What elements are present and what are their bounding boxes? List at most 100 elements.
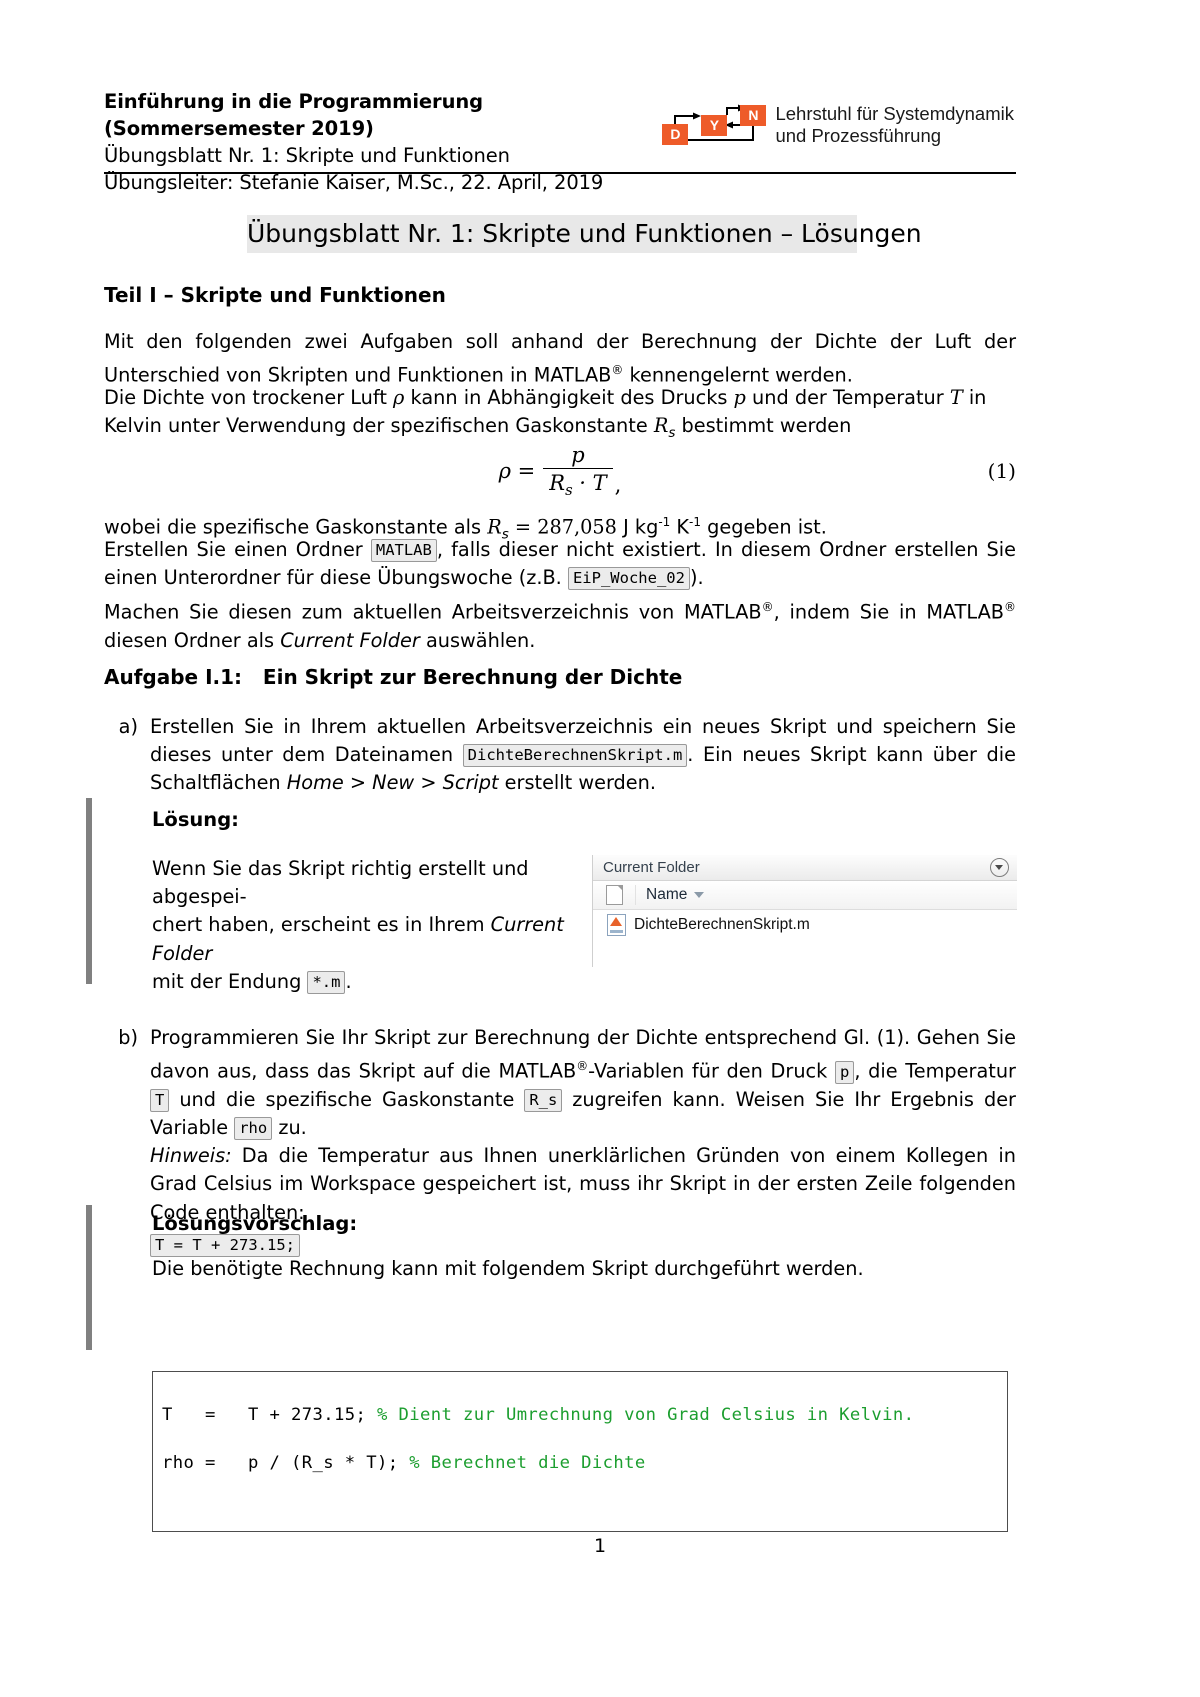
logo-box-n: N [740,105,767,126]
gas-constant-unit-j: J kg [623,515,659,539]
current-folder-titlebar: Current Folder [593,855,1017,881]
current-folder-panel[interactable]: Current Folder Name DichteBerechnenSkrip… [592,855,1017,967]
file-type-column [593,884,636,905]
equation-denominator: Rs · T [543,468,613,500]
equation-1: ρ = p Rs · T , [104,443,1016,499]
page-title: Übungsblatt Nr. 1: Skripte und Funktione… [247,215,922,253]
intro-p2-text-b: kann in Abhängigkeit des Drucks [404,386,734,409]
symbol-p: p [733,386,746,409]
gas-constant-unit-k: K [676,515,690,539]
equation-1-row: ρ = p Rs · T , (1) [104,443,1016,499]
task-b-text-2: -Variablen für den Druck [588,1059,835,1083]
intro-p2-text-a: Die Dichte von trockener Luft [104,386,394,409]
code-chip-p: p [835,1060,855,1084]
equation-number: (1) [987,459,1016,483]
folder-text-a: Erstellen Sie einen Ordner [104,538,371,561]
solution-a-line-1: Wenn Sie das Skript richtig erstellt und… [152,857,529,909]
task-heading: Aufgabe I.1: Ein Skript zur Berechnung d… [104,665,682,689]
solution-text-a: Wenn Sie das Skript richtig erstellt und… [152,855,572,996]
registered-mark-icon-3: ® [1004,600,1016,614]
solution-a-line-2: chert haben, erscheint es in Ihrem Curre… [152,911,572,967]
intro-p2-text-c: und der Temperatur [745,386,950,409]
page-number: 1 [593,1535,607,1557]
intro-paragraph-2: Die Dichte von trockener Luft ρ kann in … [104,384,1016,447]
code-chip-star-m: *.m [307,970,346,994]
file-name-label: DichteBerechnenSkript.m [634,916,810,933]
logo-text-line-2: und Prozessführung [775,124,942,146]
list-body-a: Erstellen Sie in Ihrem aktuellen Arbeits… [150,713,1016,798]
code-chip-dichte-script: DichteBerechnenSkript.m [462,744,688,768]
equation-fraction: p Rs · T [543,443,613,500]
document-icon [605,884,623,905]
code-chip-T: T [150,1088,170,1112]
equation-comma: , [614,473,622,498]
folder-instruction-paragraph: Erstellen Sie einen Ordner MATLAB, falls… [104,536,1016,592]
gas-constant-text-b: gegeben ist. [700,515,827,539]
logo-box-d: D [662,124,689,145]
equation-numerator: p [571,443,585,467]
gas-constant-text-a: wobei die spezifische Gaskonstante als [104,515,488,539]
code-chip-temperature-conversion: T = T + 273.15; [150,1233,300,1257]
task-b-text-6: zu. [272,1116,307,1140]
current-folder-instruction-paragraph: Machen Sie diesen zum aktuellen Arbeitsv… [104,593,1016,655]
task-a-text-3: erstellt werden. [498,771,657,795]
task-heading-label: Aufgabe I.1: [104,665,243,689]
task-b-hint-label: Hinweis: [150,1144,232,1168]
cf-text-a: Machen Sie diesen zum aktuellen Arbeitsv… [104,600,762,624]
code-line-2-code: rho = p / (R_s * T); [162,1453,410,1473]
course-title: Einführung in die Programmierung (Sommer… [104,90,484,140]
solution-a-line-2-text: chert haben, erscheint es in Ihrem [152,913,491,937]
code-listing: T = T + 273.15; % Dient zur Umrechnung v… [152,1371,1008,1532]
code-line-2-comment: % Berechnet die Dichte [409,1453,646,1473]
cf-text-c: diesen Ordner als [104,628,281,652]
intro-paragraph-1: Mit den folgenden zwei Aufgaben soll anh… [104,328,1016,390]
solution-intro-b: Die benötigte Rechnung kann mit folgende… [152,1257,864,1280]
current-folder-title-label: Current Folder [603,859,700,876]
solution-heading-a: Lösung: [152,808,239,831]
equation-lhs: ρ = [498,459,536,484]
symbol-Rs: R [653,414,669,438]
current-folder-column-header[interactable]: Name [593,881,1017,910]
list-item-a: a) Erstellen Sie in Ihrem aktuellen Arbe… [104,713,1016,798]
chevron-down-icon[interactable] [990,858,1009,877]
task-b-text-4: und die spezifische Gaskonstante [169,1087,525,1111]
code-chip-R-s: R_s [524,1088,563,1112]
gas-constant-value: = 287,058 [508,515,617,539]
equation-denominator-rest: · T [572,471,607,495]
header-text-block: Einführung in die Programmierung (Sommer… [104,88,662,196]
sheet-subtitle: Übungsblatt Nr. 1: Skripte und Funktione… [104,144,510,167]
solution-bar-b [86,1205,92,1350]
code-line-1-code: T = T + 273.15; [162,1405,377,1425]
cf-text-d: auswählen. [419,628,536,652]
name-column-label: Name [646,886,688,903]
sort-descending-icon[interactable] [694,892,705,898]
code-line-2: rho = p / (R_s * T); % Berechnet die Dic… [162,1451,998,1475]
intro-p2-text-e: bestimmt werden [675,414,852,438]
intro-p1-text-a: Mit den folgenden zwei Aufgaben soll anh… [104,330,1016,387]
registered-mark-icon-4: ® [576,1059,589,1074]
registered-mark-icon: ® [611,363,624,378]
document-page: Einführung in die Programmierung (Sommer… [0,0,1200,1697]
symbol-T: T [949,386,963,409]
gas-constant-unit-exp-2: -1 [689,515,701,529]
equation-denominator-sub: s [565,482,573,500]
registered-mark-icon-2: ® [761,600,774,614]
solution-a-line-3-text: mit der Endung [152,969,308,993]
code-line-1-comment: % Dient zur Umrechnung von Grad Celsius … [376,1405,915,1425]
logo-box-y: Y [701,115,728,136]
logo-text-line-1: Lehrstuhl für Systemdynamik [775,103,1014,124]
gas-constant-unit-exp-1: -1 [658,515,671,529]
file-list-item[interactable]: DichteBerechnenSkript.m [593,910,1017,940]
matlab-script-icon [607,914,626,936]
task-heading-title: Ein Skript zur Berechnung der Dichte [262,665,683,689]
code-line-1: T = T + 273.15; % Dient zur Umrechnung v… [162,1403,998,1427]
gas-constant-symbol: R [487,515,502,539]
solution-bar-a [86,798,92,984]
solution-a-line-3-period: . [345,969,352,993]
folder-text-c: ). [689,566,704,590]
solution-a-line-3: mit der Endung *.m. [152,968,572,996]
task-a-menu-path: Home > New > Script [286,771,499,795]
name-column-header[interactable]: Name [636,886,705,904]
symbol-rho: ρ [393,386,405,409]
cf-text-b: , indem Sie in MATLAB [773,600,1005,624]
